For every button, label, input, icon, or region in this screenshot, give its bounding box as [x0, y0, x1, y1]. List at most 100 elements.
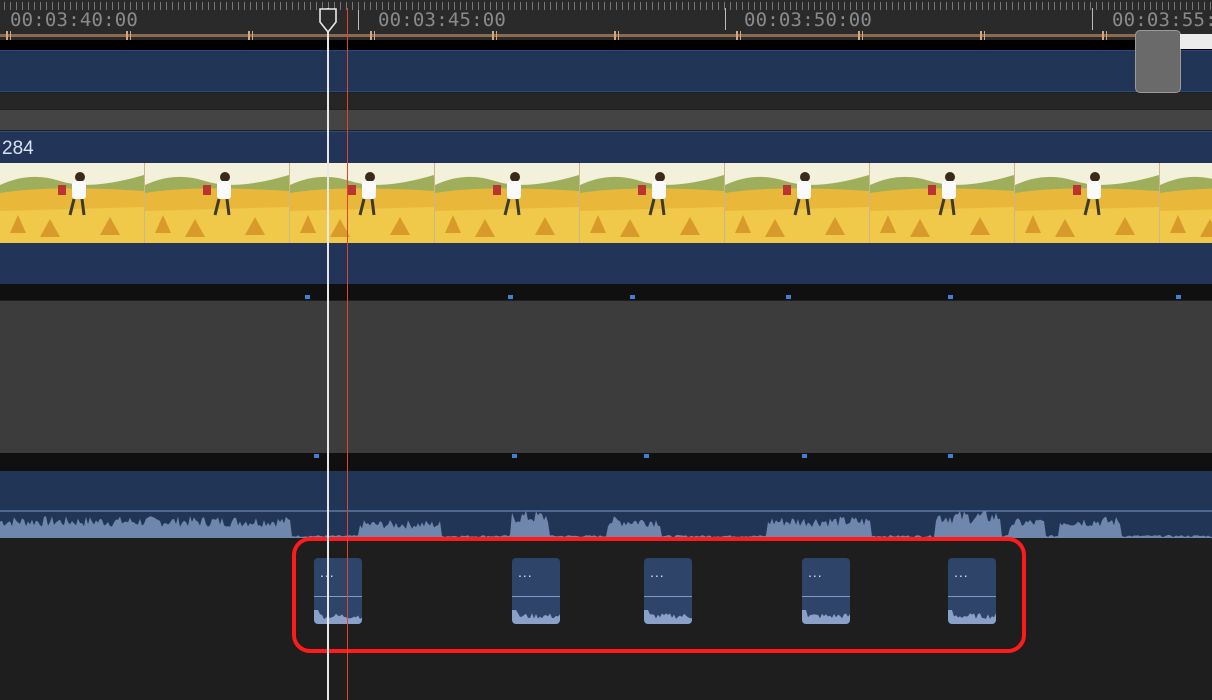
ruler-tick [736, 2, 737, 10]
ruler-tick [280, 2, 281, 10]
ruler-tick [598, 2, 599, 10]
ruler-tick [928, 2, 929, 10]
ruler-tick [784, 2, 785, 10]
ruler-tick [628, 2, 629, 10]
ruler-tick [448, 2, 449, 10]
ruler-tick [268, 2, 269, 10]
ruler-tick [1030, 2, 1031, 10]
ruler-tick [616, 2, 617, 10]
connection-point [948, 454, 953, 458]
filmstrip-frame [145, 163, 290, 243]
ruler-tick [832, 2, 833, 10]
ruler-tick [508, 2, 509, 10]
ruler-tick [70, 2, 71, 10]
connection-point [508, 295, 513, 299]
ruler-tick [634, 2, 635, 10]
ruler-tick [184, 2, 185, 10]
ruler-tick [316, 2, 317, 10]
ruler-tick [808, 2, 809, 10]
ruler-tick [304, 2, 305, 10]
ruler-tick [802, 2, 803, 10]
ruler-tick [886, 2, 887, 10]
ruler-tick [196, 2, 197, 10]
ruler-tick [1114, 2, 1115, 10]
ruler-tick [52, 2, 53, 10]
ruler-tick [34, 2, 35, 10]
ruler-tick [1126, 2, 1127, 10]
ruler-tick [1072, 2, 1073, 10]
ruler-tick [1162, 2, 1163, 10]
ruler-tick [760, 2, 761, 10]
title-track[interactable] [0, 50, 1212, 92]
filmstrip-frame [725, 163, 870, 243]
ruler-tick [358, 2, 359, 10]
timeline-ruler[interactable]: 00:03:40:00 00:03:45:00 00:03:50:00 00:0… [0, 0, 1212, 40]
ruler-tick [730, 2, 731, 10]
ruler-tick [178, 2, 179, 10]
ruler-tick [940, 2, 941, 10]
connection-point [305, 295, 310, 299]
ruler-tick [130, 2, 131, 10]
ruler-tick [100, 2, 101, 10]
ruler-tick [1108, 2, 1109, 10]
ruler-tick [868, 2, 869, 10]
ruler-tick [772, 2, 773, 10]
ruler-tick [700, 2, 701, 10]
ruler-tick [1210, 2, 1211, 10]
connection-point [314, 454, 319, 458]
ruler-tick [892, 2, 893, 10]
ruler-tick [58, 2, 59, 10]
ruler-tick [1054, 2, 1055, 10]
ruler-tick [544, 2, 545, 10]
ruler-tick [28, 2, 29, 10]
ruler-tick [592, 2, 593, 10]
ruler-tick [292, 2, 293, 10]
ruler-tick [580, 2, 581, 10]
connected-gray-track[interactable] [0, 295, 1212, 453]
ruler-tick [1084, 2, 1085, 10]
ruler-tick [538, 2, 539, 10]
connection-point [948, 295, 953, 299]
video-clip[interactable]: 284 [0, 131, 1212, 284]
ruler-tick [1096, 2, 1097, 10]
ruler-tick [262, 2, 263, 10]
ruler-tick [778, 2, 779, 10]
ruler-tick [994, 2, 995, 10]
ruler-tick [394, 2, 395, 10]
ruler-tick [574, 2, 575, 10]
ruler-tick [442, 2, 443, 10]
ruler-tick [244, 2, 245, 10]
ruler-tick [382, 2, 383, 10]
scroll-thumb[interactable] [1135, 30, 1181, 93]
ruler-tick [520, 2, 521, 10]
ruler-tick [562, 2, 563, 10]
skimmer-line [347, 8, 348, 700]
audio-waveform-track[interactable] [0, 471, 1212, 538]
ruler-tick [190, 2, 191, 10]
ruler-tick [1150, 2, 1151, 10]
ruler-tick [496, 2, 497, 10]
ruler-tick [1174, 2, 1175, 10]
ruler-tick [124, 2, 125, 10]
ruler-tick [1006, 2, 1007, 10]
ruler-tick [106, 2, 107, 10]
ruler-tick [754, 2, 755, 10]
filmstrip-frame [1160, 163, 1212, 243]
connection-point [802, 454, 807, 458]
ruler-tick [142, 2, 143, 10]
ruler-tick [934, 2, 935, 10]
ruler-tick [340, 2, 341, 10]
ruler-tick [118, 2, 119, 10]
ruler-tick [214, 2, 215, 10]
timecode-label: 00:03:55: [1112, 9, 1212, 31]
ruler-tick [370, 2, 371, 10]
ruler-tick [604, 2, 605, 10]
ruler-tick [1192, 2, 1193, 10]
gray-track-bar [0, 110, 1212, 130]
ruler-tick [22, 2, 23, 10]
ruler-tick [1186, 2, 1187, 10]
ruler-tick [814, 2, 815, 10]
playhead-line[interactable] [327, 8, 329, 700]
ruler-tick [460, 2, 461, 10]
playhead-handle-icon[interactable] [319, 8, 337, 34]
